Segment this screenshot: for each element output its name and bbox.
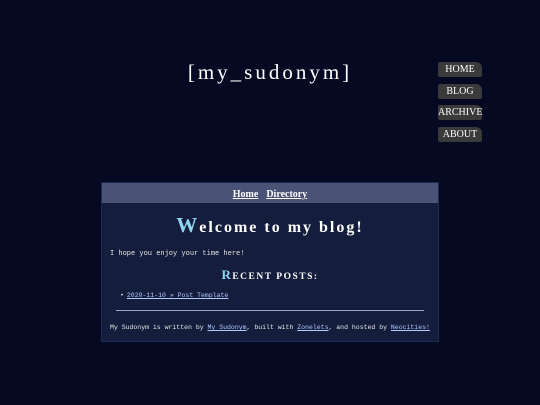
recent-initial: R xyxy=(221,267,233,282)
footer-text-1: My Sudonym is written by xyxy=(110,324,208,331)
intro-text: I hope you enjoy your time here! xyxy=(110,250,245,258)
footer-author-link[interactable]: My Sudonym xyxy=(208,324,247,331)
nav-archive-button[interactable]: ARCHIVE xyxy=(438,105,482,120)
list-item: • 2020-11-10 » Post Template xyxy=(120,292,438,299)
post-link[interactable]: 2020-11-10 » Post Template xyxy=(127,292,228,299)
header-bar: Home Directory xyxy=(102,183,438,203)
nav-blog-button[interactable]: BLOG xyxy=(438,83,482,99)
bullet-icon: • xyxy=(120,292,124,299)
recent-posts-list: • 2020-11-10 » Post Template xyxy=(120,292,438,299)
nav-home-button[interactable]: HOME xyxy=(438,62,482,77)
footer-neocities-link[interactable]: Neocities! xyxy=(391,324,430,331)
welcome-text: elcome to my blog! xyxy=(199,219,364,236)
recent-posts-heading: RECENT POSTS: xyxy=(102,267,438,283)
header-home-link[interactable]: Home xyxy=(233,189,259,200)
footer: My Sudonym is written by My Sudonym, bui… xyxy=(110,324,438,331)
footer-zonelets-link[interactable]: Zonelets xyxy=(297,324,328,331)
recent-text: ECENT POSTS: xyxy=(232,272,319,282)
divider xyxy=(116,310,424,311)
footer-text-2: , built with xyxy=(246,324,298,331)
blog-container: Home Directory Welcome to my blog! I hop… xyxy=(101,182,439,342)
side-nav: HOME BLOG ARCHIVE ABOUT xyxy=(438,62,483,148)
footer-text-3: , and hosted by xyxy=(328,324,391,331)
welcome-heading: Welcome to my blog! xyxy=(102,213,438,238)
nav-about-button[interactable]: ABOUT xyxy=(438,126,482,142)
welcome-initial: W xyxy=(176,213,200,237)
header-directory-link[interactable]: Directory xyxy=(266,189,307,200)
